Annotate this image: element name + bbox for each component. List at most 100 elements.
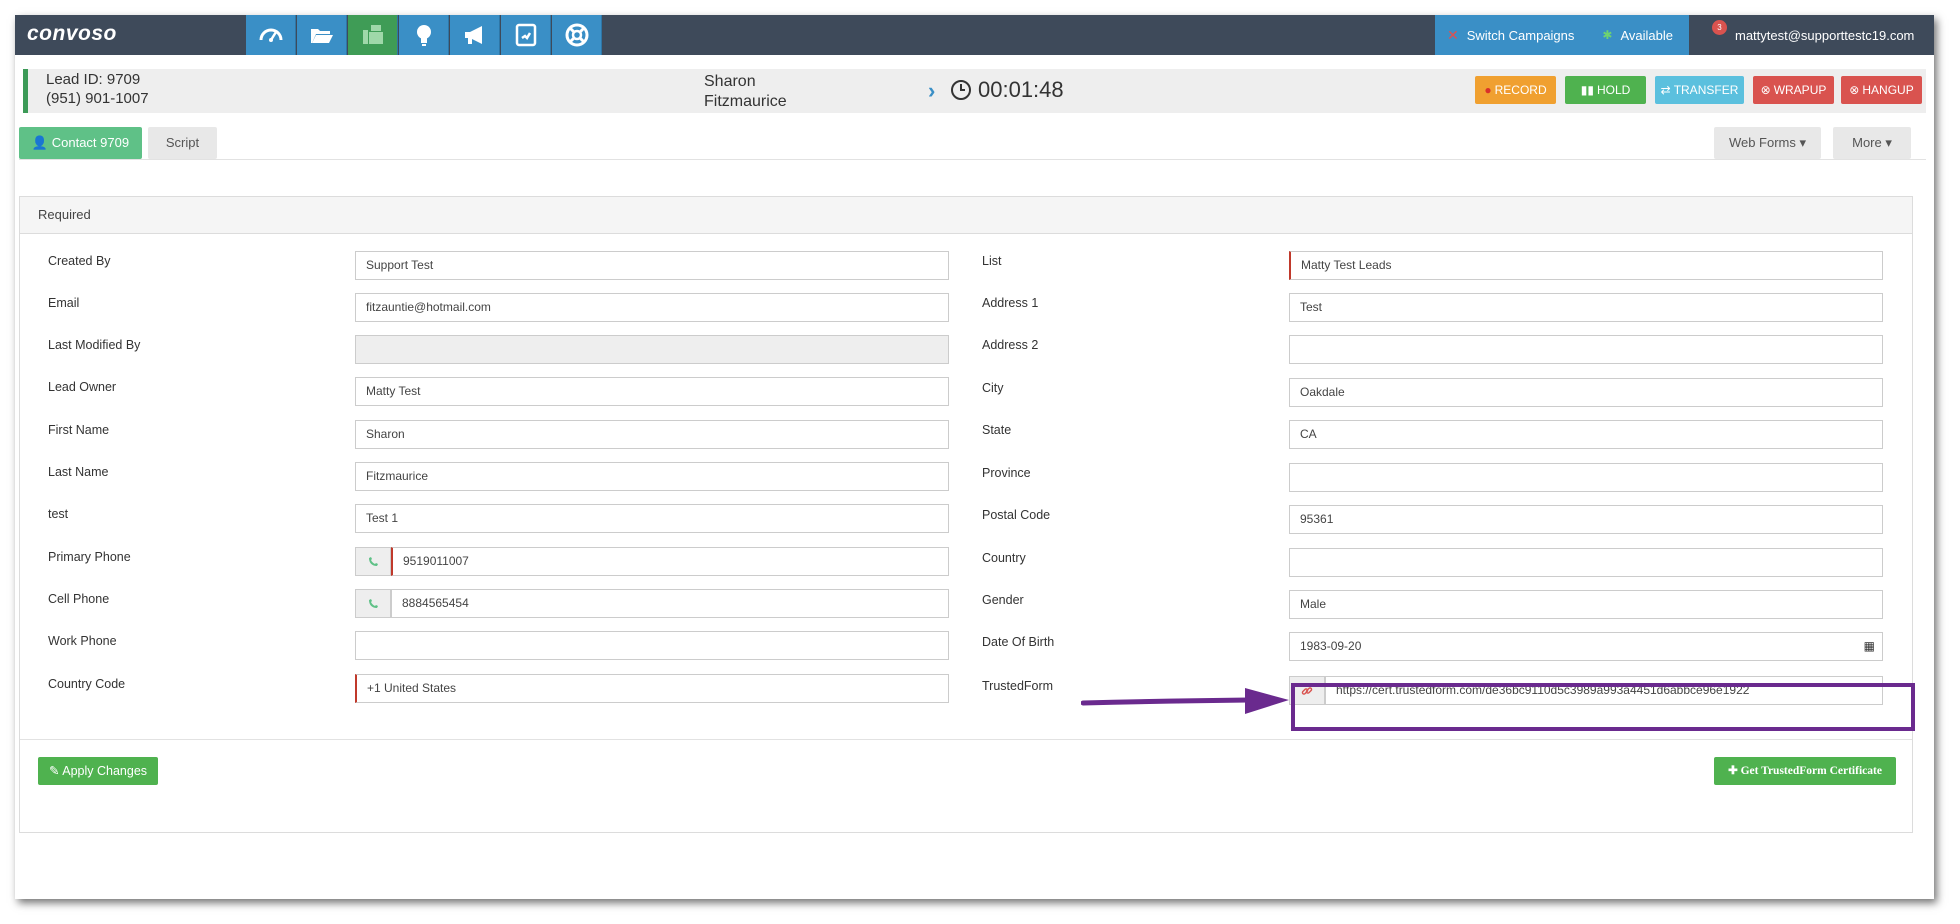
lead-phone: (951) 901-1007	[46, 90, 149, 107]
primary-phone-field[interactable]: 9519011007	[391, 547, 949, 576]
dial-cell-button[interactable]	[355, 589, 391, 618]
tab-script[interactable]: Script	[148, 127, 217, 159]
fax-icon[interactable]	[348, 15, 398, 55]
list-field[interactable]: Matty Test Leads	[1289, 251, 1883, 280]
close-icon: ✕	[1447, 26, 1459, 43]
lead-first-name: Sharon	[704, 73, 756, 90]
campaign-status-bar: ✕ Switch Campaigns ✱ Available	[1435, 15, 1689, 55]
wrapup-button[interactable]: ⊗ WRAPUP	[1753, 76, 1834, 104]
required-panel: Required Created By Support Test Email f…	[19, 196, 1913, 833]
gender-select[interactable]: Male	[1289, 590, 1883, 619]
user-icon: 👤	[31, 135, 49, 150]
chevron-right-icon: ›	[928, 78, 936, 103]
lead-id: Lead ID: 9709	[46, 71, 141, 88]
plus-icon: ✚	[1728, 765, 1738, 777]
dob-field[interactable]: 1983-09-20 ▦	[1289, 632, 1883, 661]
state-label: State	[982, 423, 1012, 437]
tab-divider	[19, 159, 1926, 160]
last-modified-by-label: Last Modified By	[48, 338, 141, 352]
dashboard-icon[interactable]	[246, 15, 296, 55]
phone-icon	[369, 598, 378, 608]
agent-status[interactable]: Available	[1620, 28, 1673, 43]
pause-icon: ▮▮	[1580, 83, 1594, 97]
list-label: List	[982, 254, 1002, 268]
address2-label: Address 2	[982, 338, 1039, 352]
first-name-label: First Name	[48, 423, 110, 437]
phone-icon	[369, 556, 378, 566]
address2-field[interactable]	[1289, 335, 1883, 364]
province-label: Province	[982, 466, 1031, 480]
lead-name: Sharon Fitzmaurice	[704, 72, 787, 112]
dob-label: Date Of Birth	[982, 635, 1055, 649]
city-field[interactable]: Oakdale	[1289, 378, 1883, 407]
shuffle-icon: ⇄	[1660, 83, 1671, 97]
user-menu[interactable]: mattytest@supporttestc19.com	[1735, 15, 1914, 55]
work-phone-field[interactable]	[355, 631, 949, 660]
switch-campaigns-link[interactable]: Switch Campaigns	[1467, 28, 1575, 43]
country-field[interactable]	[1289, 548, 1883, 577]
annotation-highlight-box	[1291, 683, 1915, 731]
edit-icon: ✎	[48, 764, 60, 778]
cell-phone-field[interactable]: 8884565454	[391, 589, 949, 618]
top-nav: convoso ✕ Switch Campaigns ✱ Available 3	[15, 15, 1934, 55]
state-field[interactable]: CA	[1289, 420, 1883, 449]
address1-label: Address 1	[982, 296, 1039, 310]
app-window: convoso ✕ Switch Campaigns ✱ Available 3	[15, 15, 1934, 899]
dial-primary-button[interactable]	[355, 547, 391, 576]
postal-code-field[interactable]: 95361	[1289, 505, 1883, 534]
lead-owner-label: Lead Owner	[48, 380, 117, 394]
phone-book-icon[interactable]	[501, 15, 551, 55]
notification-badge[interactable]: 3	[1712, 20, 1727, 35]
folder-icon[interactable]	[297, 15, 347, 55]
first-name-field[interactable]: Sharon	[355, 420, 949, 449]
web-forms-dropdown[interactable]: Web Forms ▾	[1714, 127, 1821, 159]
get-trustedform-certificate-button[interactable]: ✚ Get TrustedForm Certificate	[1714, 757, 1896, 785]
tab-contact[interactable]: 👤 Contact 9709	[19, 127, 142, 159]
address1-field[interactable]: Test	[1289, 293, 1883, 322]
calendar-icon[interactable]: ▦	[1864, 633, 1875, 660]
cell-phone-label: Cell Phone	[48, 592, 110, 606]
lifebuoy-icon[interactable]	[552, 15, 602, 55]
megaphone-icon[interactable]	[450, 15, 500, 55]
work-phone-label: Work Phone	[48, 634, 117, 648]
test-field[interactable]: Test 1	[355, 504, 949, 533]
annotation-arrow	[1081, 688, 1289, 714]
clock-icon	[951, 80, 971, 100]
call-timer: 00:01:48	[978, 77, 1064, 102]
dob-value: 1983-09-20	[1300, 639, 1362, 653]
hangup-button[interactable]: ⊗ HANGUP	[1841, 76, 1922, 104]
logo: convoso	[27, 22, 117, 45]
panel-divider	[20, 739, 1912, 740]
apply-changes-button[interactable]: ✎ Apply Changes	[38, 757, 158, 785]
record-button[interactable]: ● RECORD	[1475, 76, 1556, 104]
created-by-label: Created By	[48, 254, 111, 268]
panel-header: Required	[20, 197, 1912, 234]
gear-icon: ✱	[1602, 28, 1613, 42]
last-modified-by-field	[355, 335, 949, 364]
province-field[interactable]	[1289, 463, 1883, 492]
primary-phone-label: Primary Phone	[48, 550, 131, 564]
email-label: Email	[48, 296, 80, 310]
last-name-field[interactable]: Fitzmaurice	[355, 462, 949, 491]
trustedform-label: TrustedForm	[982, 679, 1054, 693]
lead-owner-field[interactable]: Matty Test	[355, 377, 949, 406]
country-code-label: Country Code	[48, 677, 126, 691]
postal-code-label: Postal Code	[982, 508, 1051, 522]
lead-bar: Lead ID: 9709 (951) 901-1007 Sharon Fitz…	[23, 69, 1926, 113]
lightbulb-icon[interactable]	[399, 15, 449, 55]
times-circle-icon: ⊗	[1760, 83, 1771, 97]
caret-down-icon: ▾	[1885, 135, 1892, 150]
lead-last-name: Fitzmaurice	[704, 93, 787, 110]
record-dot-icon: ●	[1484, 83, 1492, 97]
transfer-button[interactable]: ⇄ TRANSFER	[1655, 76, 1744, 104]
test-label: test	[48, 507, 69, 521]
country-code-select[interactable]: +1 United States	[355, 674, 949, 703]
country-label: Country	[982, 551, 1026, 565]
more-dropdown[interactable]: More ▾	[1833, 127, 1911, 159]
email-field[interactable]: fitzauntie@hotmail.com	[355, 293, 949, 322]
created-by-field[interactable]: Support Test	[355, 251, 949, 280]
gender-label: Gender	[982, 593, 1024, 607]
caret-down-icon: ▾	[1799, 135, 1807, 150]
hold-button[interactable]: ▮▮ HOLD	[1565, 76, 1646, 104]
last-name-label: Last Name	[48, 465, 109, 479]
